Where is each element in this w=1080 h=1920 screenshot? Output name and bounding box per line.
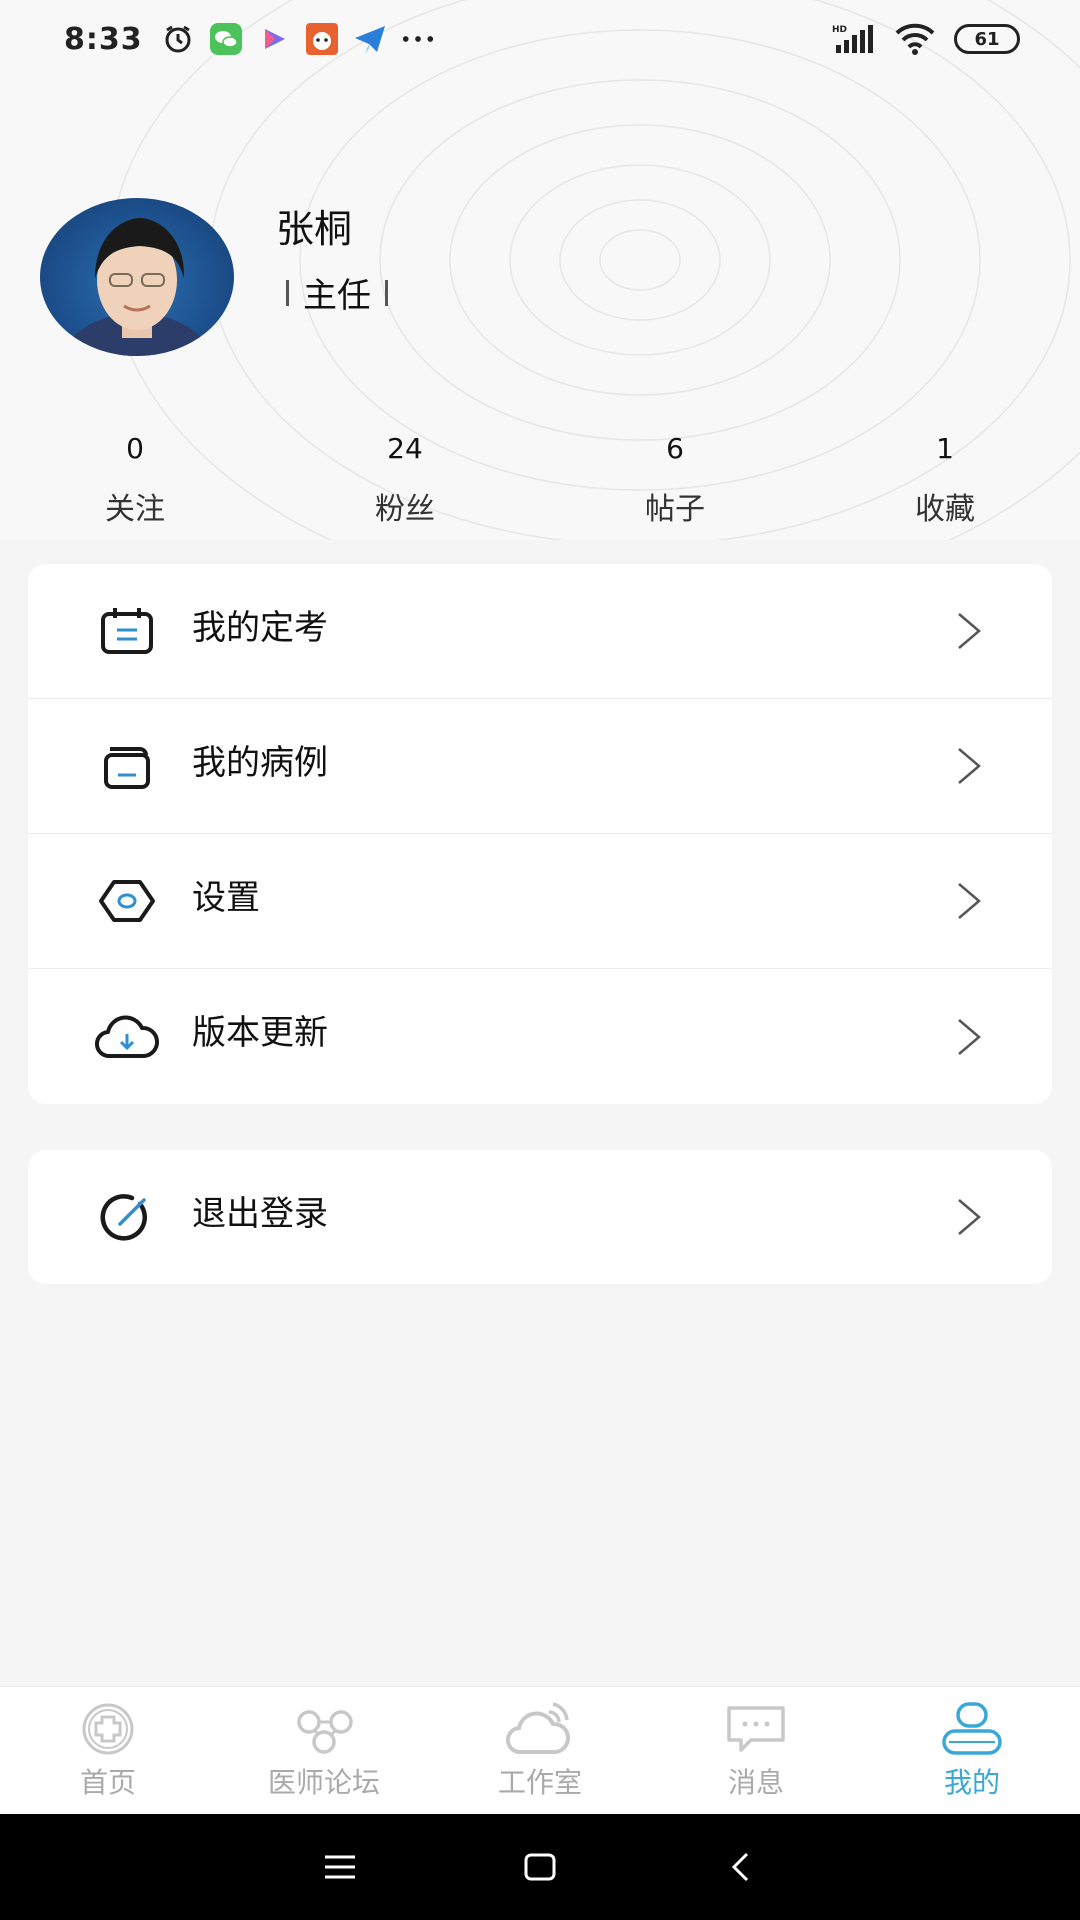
cloud-studio-icon (505, 1701, 575, 1757)
chevron-right-icon (954, 881, 984, 921)
tab-label: 工作室 (497, 1765, 582, 1799)
more-icon (401, 22, 435, 56)
chevron-right-icon (954, 1017, 984, 1057)
home-icon[interactable] (515, 1842, 565, 1892)
menu-item-label: 版本更新 (192, 1013, 328, 1053)
tab-label: 首页 (79, 1765, 136, 1799)
forum-icon (289, 1701, 359, 1757)
stat-value: 0 (126, 432, 144, 465)
logout-card: 退出登录 (28, 1150, 1052, 1284)
logout-button[interactable]: 退出登录 (28, 1150, 1052, 1284)
cloud-download-icon (92, 1007, 162, 1067)
home-cross-icon (73, 1701, 143, 1757)
menu-item-update[interactable]: 版本更新 (28, 969, 1052, 1104)
bottom-tab-bar: 首页 医师论坛 工作室 消息 我的 (0, 1686, 1080, 1814)
user-name: 张桐 (276, 207, 353, 251)
stat-label: 收藏 (915, 492, 975, 527)
menu-item-exams[interactable]: 我的定考 (28, 564, 1052, 699)
title-divider-right (385, 279, 388, 306)
tab-forum[interactable]: 医师论坛 (216, 1687, 432, 1814)
tab-label: 消息 (727, 1765, 784, 1799)
stat-value: 24 (387, 432, 423, 465)
battery-icon: 61 (954, 24, 1020, 54)
send-icon (353, 22, 387, 56)
status-time: 8:33 (64, 21, 143, 57)
svg-text:HD: HD (832, 25, 847, 35)
stat-fans[interactable]: 24 粉丝 (270, 432, 540, 532)
app-icon (305, 22, 339, 56)
signal-hd-icon: HD (832, 22, 876, 56)
tab-label: 医师论坛 (267, 1765, 380, 1799)
menu-item-label: 退出登录 (192, 1193, 328, 1234)
wechat-icon (209, 22, 243, 56)
tab-profile[interactable]: 我的 (864, 1687, 1080, 1814)
alarm-icon (161, 22, 195, 56)
battery-level: 61 (974, 28, 1000, 50)
logout-icon (92, 1187, 162, 1247)
menu-item-label: 设置 (192, 877, 260, 918)
back-icon[interactable] (715, 1842, 765, 1892)
menu-item-cases[interactable]: 我的病例 (28, 699, 1052, 834)
tab-home[interactable]: 首页 (0, 1687, 216, 1814)
menu-item-label: 我的病例 (192, 742, 328, 783)
wifi-icon (894, 22, 936, 56)
stat-label: 关注 (105, 492, 165, 527)
stat-label: 帖子 (645, 492, 705, 527)
menu-item-label: 我的定考 (192, 607, 328, 648)
menu-icon[interactable] (315, 1842, 365, 1892)
tab-label: 我的 (943, 1765, 1000, 1799)
stat-value: 1 (936, 432, 954, 465)
stats-row: 0 关注 24 粉丝 6 帖子 1 收藏 (0, 432, 1080, 532)
user-title: 主任 (303, 276, 371, 316)
stat-favorites[interactable]: 1 收藏 (810, 432, 1080, 532)
user-title-row: 主任 (286, 268, 388, 317)
system-nav-bar (0, 1814, 1080, 1920)
settings-hex-icon (92, 871, 162, 931)
stat-value: 6 (666, 432, 684, 465)
calendar-icon (92, 601, 162, 661)
stat-posts[interactable]: 6 帖子 (540, 432, 810, 532)
status-bar: 8:33 HD 61 (0, 0, 1080, 78)
stat-label: 粉丝 (375, 492, 435, 527)
chevron-right-icon (954, 611, 984, 651)
message-icon (721, 1701, 791, 1757)
menu-card: 我的定考 我的病例 设置 版本更新 (28, 564, 1052, 1104)
chevron-right-icon (954, 1197, 984, 1237)
title-divider-left (286, 279, 289, 306)
avatar[interactable] (40, 198, 234, 356)
stat-following[interactable]: 0 关注 (0, 432, 270, 532)
video-icon (257, 22, 291, 56)
tab-messages[interactable]: 消息 (648, 1687, 864, 1814)
case-folder-icon (92, 736, 162, 796)
menu-item-settings[interactable]: 设置 (28, 834, 1052, 969)
tab-studio[interactable]: 工作室 (432, 1687, 648, 1814)
profile-icon (937, 1701, 1007, 1757)
chevron-right-icon (954, 746, 984, 786)
